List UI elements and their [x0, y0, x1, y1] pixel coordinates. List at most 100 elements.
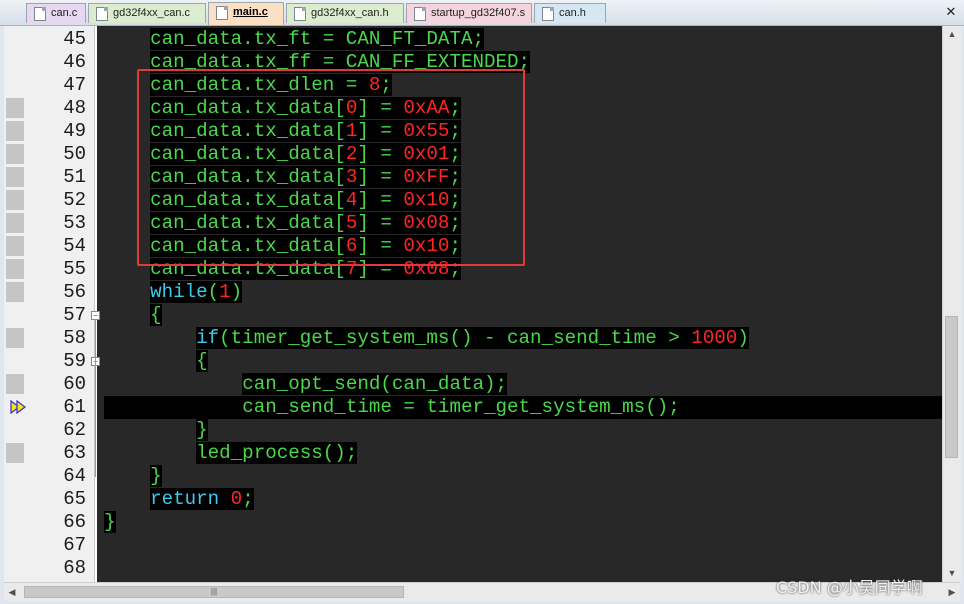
vertical-scroll-thumb[interactable]: [945, 316, 958, 458]
line-number: 56: [63, 281, 86, 303]
line-number: 47: [63, 74, 86, 96]
code-line[interactable]: }: [104, 419, 208, 442]
tab-main-c[interactable]: main.c: [208, 2, 284, 25]
code-text: led_process();: [196, 442, 358, 464]
tab-gd32f4xx-can-h[interactable]: gd32f4xx_can.h: [286, 3, 404, 23]
line-marker: [6, 443, 24, 463]
execution-arrow-icon: [10, 400, 26, 414]
line-number: 61: [63, 396, 86, 418]
scroll-up-icon[interactable]: ▲: [943, 26, 961, 43]
tab-label: gd32f4xx_can.c: [113, 7, 191, 19]
code-text: {: [150, 304, 162, 326]
code-literal: 1: [219, 281, 231, 303]
line-number: 60: [63, 373, 86, 395]
code-line[interactable]: can_data.tx_ft = CAN_FT_DATA;: [104, 28, 484, 51]
close-tab-button[interactable]: ✕: [944, 5, 958, 19]
code-text: (timer_get_system_ms() - can_send_time >: [219, 327, 692, 349]
line-marker: [6, 144, 24, 164]
code-text: ): [737, 327, 749, 349]
code-line[interactable]: can_send_time = timer_get_system_ms();: [104, 396, 680, 419]
line-number: 65: [63, 488, 86, 510]
line-number: 67: [63, 534, 86, 556]
line-number: 51: [63, 166, 86, 188]
line-marker: [6, 282, 24, 302]
tab-can-h[interactable]: can.h: [534, 3, 606, 23]
line-number: 54: [63, 235, 86, 257]
tab-label: can.c: [51, 7, 78, 19]
code-keyword: if: [196, 327, 220, 349]
code-text: }: [196, 419, 208, 441]
code-text: can_send_time = timer_get_system_ms();: [242, 396, 680, 418]
code-text: ): [230, 281, 243, 303]
code-line[interactable]: {: [104, 350, 208, 373]
code-line[interactable]: while(1): [104, 281, 243, 304]
tab-label: main.c: [233, 6, 268, 18]
tab-label: can.h: [559, 7, 586, 19]
file-icon: [414, 7, 426, 21]
code-text: (: [207, 281, 220, 303]
line-marker: [6, 236, 24, 256]
line-number: 57: [63, 304, 86, 326]
line-marker: [6, 374, 24, 394]
tab-can-c[interactable]: can.c: [26, 3, 86, 23]
code-line[interactable]: }: [104, 465, 162, 488]
code-text: {: [196, 350, 208, 372]
code-line[interactable]: }: [104, 511, 116, 534]
code-text: }: [104, 511, 116, 533]
fold-toggle-icon[interactable]: −: [91, 311, 100, 320]
line-number: 48: [63, 97, 86, 119]
gutter-separator: [94, 26, 97, 582]
line-number: 64: [63, 465, 86, 487]
watermark: CSDN @小吴同学啊: [776, 578, 923, 597]
code-text: can_data.tx_ft = CAN_FT_DATA;: [150, 28, 484, 50]
line-number: 63: [63, 442, 86, 464]
code-line[interactable]: return 0;: [104, 488, 254, 511]
scroll-right-icon[interactable]: ▶: [944, 583, 960, 601]
tab-bar: ✕ can.c gd32f4xx_can.c main.c gd32f4xx_can.…: [0, 0, 964, 26]
tab-startup-gd32f407-s[interactable]: startup_gd32f407.s: [406, 3, 532, 23]
code-text: can_opt_send(can_data);: [242, 373, 508, 395]
line-number: 49: [63, 120, 86, 142]
code-keyword: return: [150, 488, 220, 510]
line-marker: [6, 259, 24, 279]
line-number: 46: [63, 51, 86, 73]
code-text: ;: [242, 488, 254, 510]
code-line[interactable]: {: [104, 304, 162, 327]
line-marker: [6, 167, 24, 187]
file-icon: [542, 7, 554, 21]
code-literal: 0: [230, 488, 243, 510]
vertical-scrollbar[interactable]: ▲ ▼: [942, 26, 961, 582]
scroll-left-icon[interactable]: ◀: [4, 583, 20, 601]
line-marker: [6, 213, 24, 233]
tab-gd32f4xx-can-c[interactable]: gd32f4xx_can.c: [88, 3, 206, 23]
line-number: 53: [63, 212, 86, 234]
highlight-annotation-box: [137, 69, 525, 266]
scroll-down-icon[interactable]: ▼: [943, 565, 961, 582]
line-number: 59: [63, 350, 86, 372]
line-number: 52: [63, 189, 86, 211]
file-icon: [96, 7, 108, 21]
code-line[interactable]: can_opt_send(can_data);: [104, 373, 508, 396]
line-number: 55: [63, 258, 86, 280]
tab-label: startup_gd32f407.s: [431, 7, 526, 19]
fold-guide: [95, 366, 96, 431]
code-keyword: while: [150, 281, 208, 303]
code-line[interactable]: led_process();: [104, 442, 358, 465]
line-number: 62: [63, 419, 86, 441]
code-line[interactable]: if(timer_get_system_ms() - can_send_time…: [104, 327, 749, 350]
line-marker: [6, 98, 24, 118]
file-icon: [34, 7, 46, 21]
code-text: }: [150, 465, 162, 487]
code-literal: 1000: [691, 327, 738, 349]
line-marker: [6, 190, 24, 210]
line-marker: [6, 121, 24, 141]
horizontal-scroll-thumb[interactable]: |||: [24, 586, 404, 598]
